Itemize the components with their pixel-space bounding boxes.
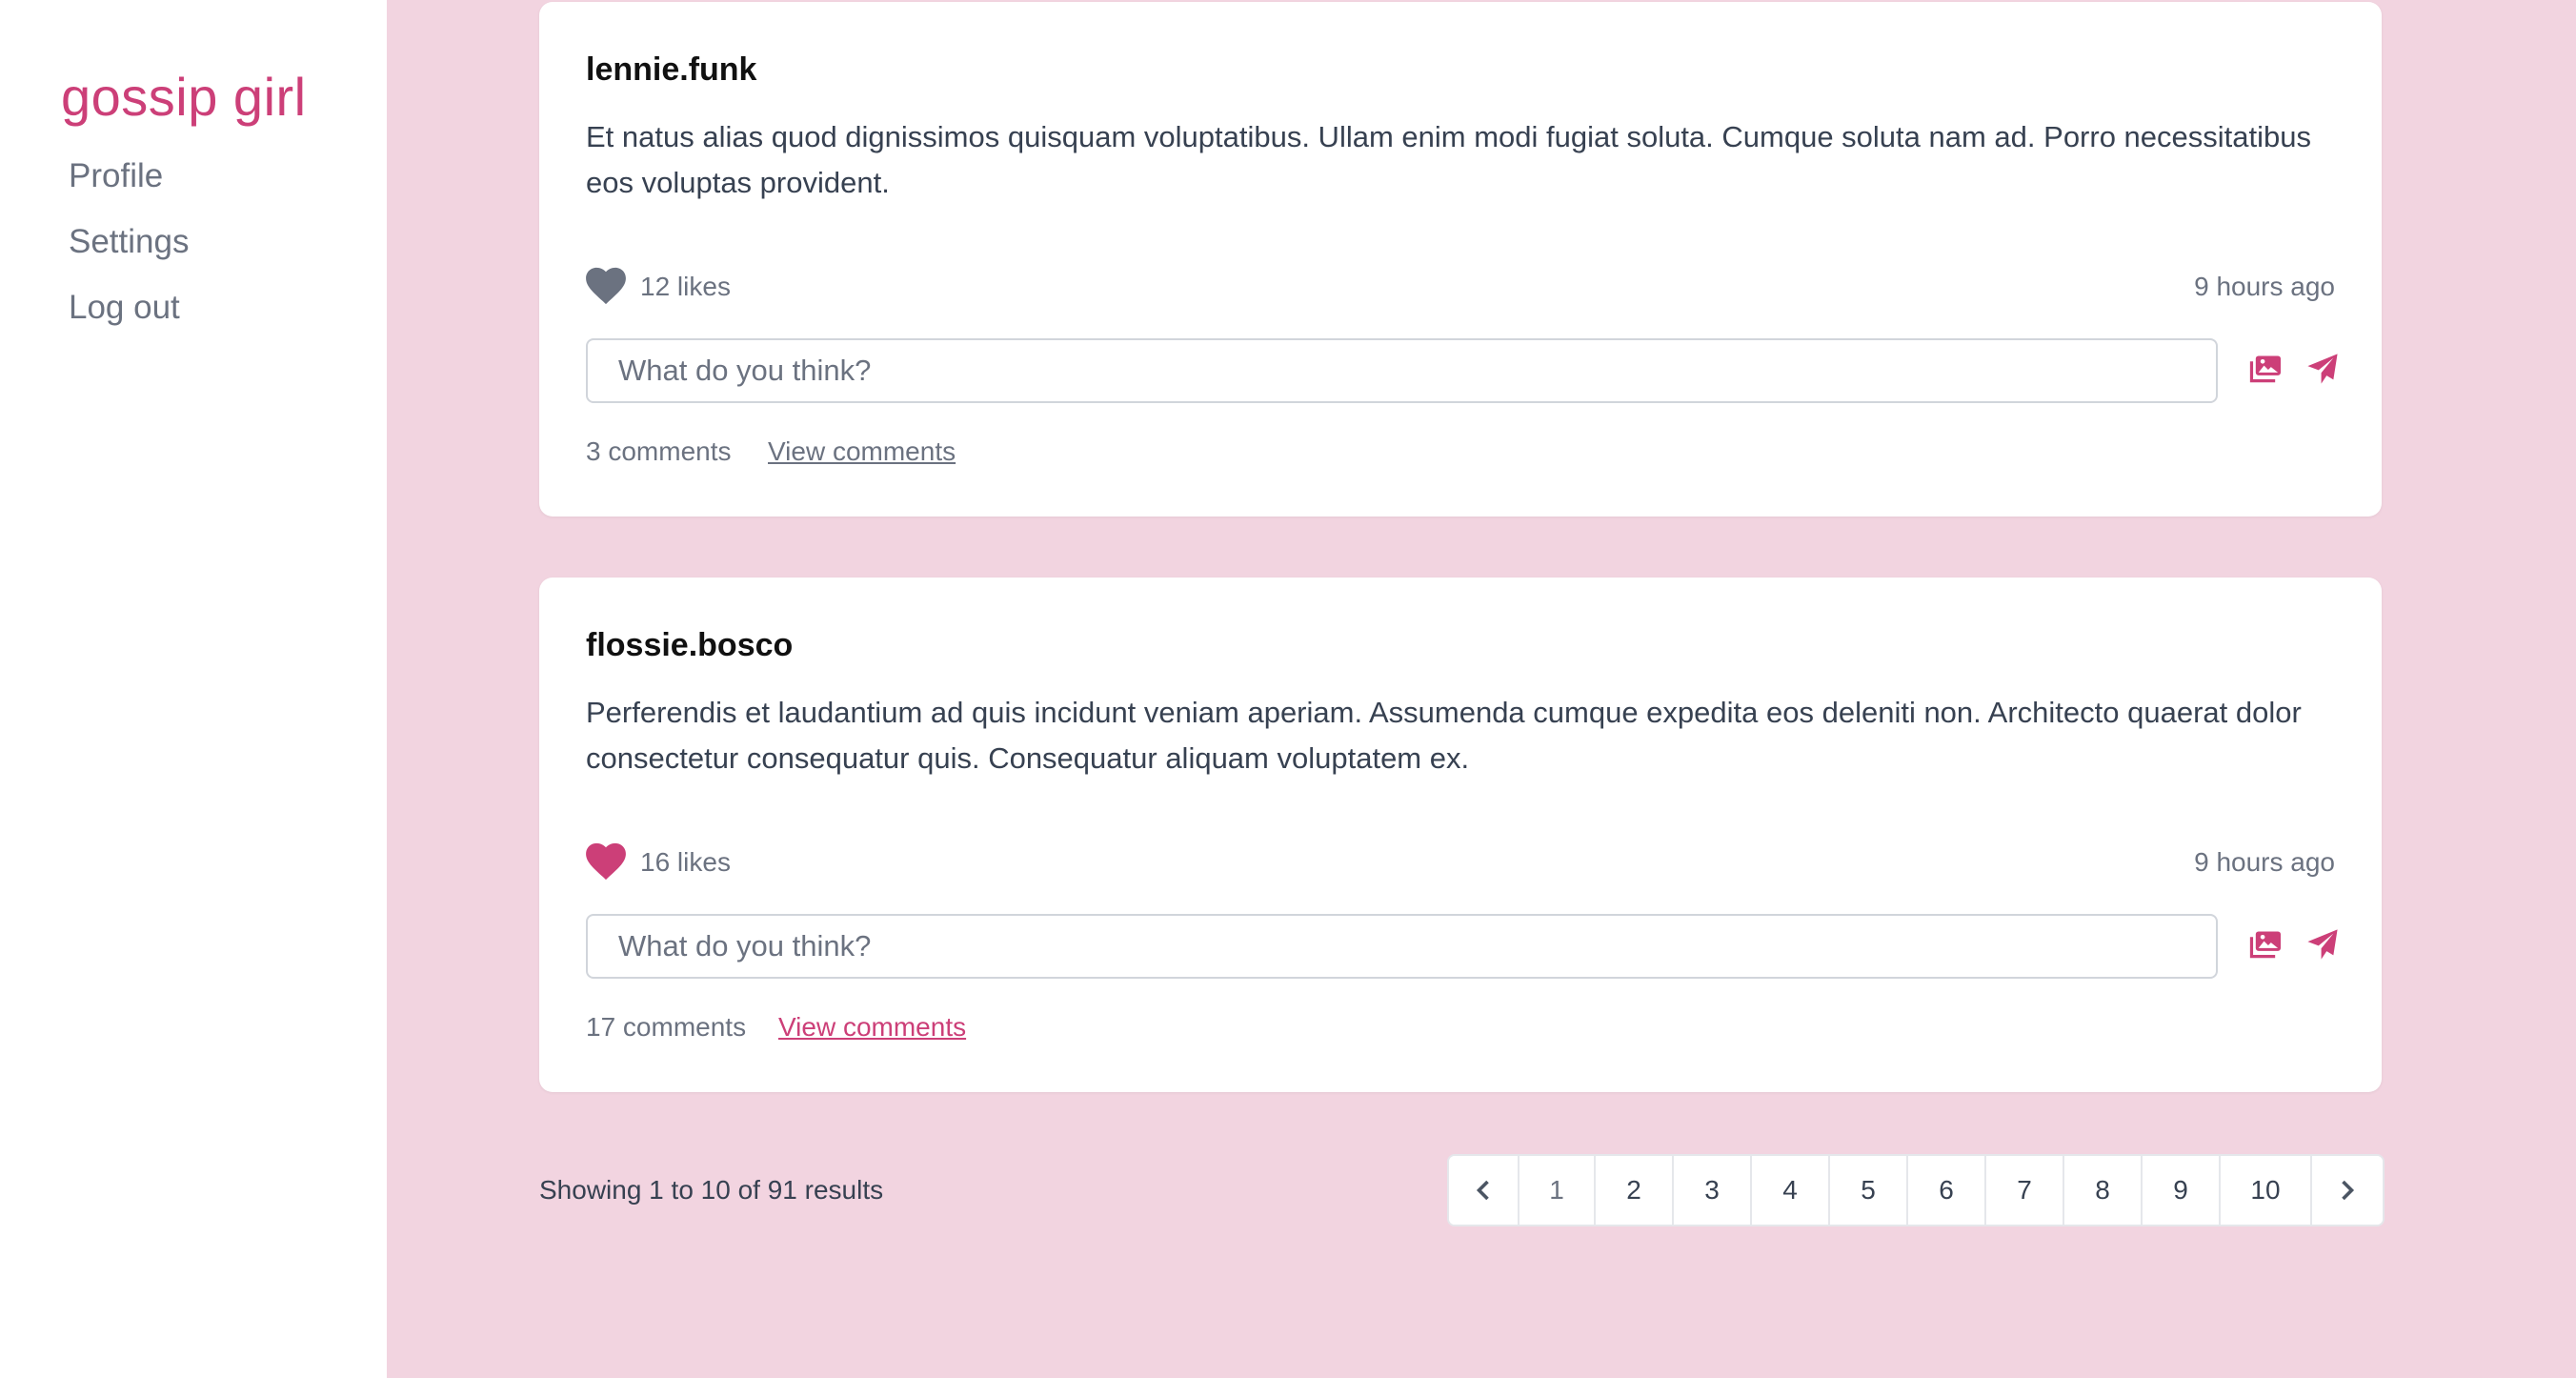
- prev-page-button[interactable]: [1449, 1156, 1519, 1225]
- post-card: flossie.bosco Perferendis et laudantium …: [539, 578, 2382, 1092]
- page-button-5[interactable]: 5: [1830, 1156, 1908, 1225]
- chevron-left-icon: [1476, 1180, 1489, 1201]
- sidebar-item-logout[interactable]: Log out: [61, 274, 387, 340]
- chevron-right-icon: [2342, 1180, 2355, 1201]
- page-button-1[interactable]: 1: [1519, 1156, 1596, 1225]
- post-card: lennie.funk Et natus alias quod dignissi…: [539, 2, 2382, 517]
- page-button-8[interactable]: 8: [2064, 1156, 2143, 1225]
- pagination: 1 2 3 4 5 6 7 8 9 10: [1447, 1154, 2385, 1226]
- sidebar-nav: Profile Settings Log out: [61, 143, 387, 340]
- heart-icon[interactable]: [585, 267, 627, 305]
- sidebar-item-settings[interactable]: Settings: [61, 209, 387, 274]
- sidebar-item-profile[interactable]: Profile: [61, 143, 387, 209]
- view-comments-link[interactable]: View comments: [778, 1012, 966, 1043]
- send-icon[interactable]: [2306, 353, 2339, 385]
- comments-count: 3 comments: [586, 436, 732, 466]
- image-icon[interactable]: [2248, 355, 2283, 385]
- send-icon[interactable]: [2306, 928, 2339, 961]
- page-button-7[interactable]: 7: [1986, 1156, 2064, 1225]
- comments-count: 17 comments: [586, 1012, 747, 1042]
- likes-count: 16 likes: [640, 847, 731, 877]
- post-body: Perferendis et laudantium ad quis incidu…: [586, 696, 2302, 775]
- post-timestamp: 9 hours ago: [2194, 272, 2335, 301]
- post-timestamp: 9 hours ago: [2194, 847, 2335, 877]
- page-button-3[interactable]: 3: [1674, 1156, 1752, 1225]
- post-username[interactable]: lennie.funk: [586, 51, 756, 89]
- page-button-4[interactable]: 4: [1752, 1156, 1830, 1225]
- image-icon[interactable]: [2248, 930, 2283, 961]
- likes-count: 12 likes: [640, 272, 731, 301]
- post-username[interactable]: flossie.bosco: [586, 627, 793, 664]
- sidebar: gossip girl Profile Settings Log out: [0, 0, 387, 1378]
- post-body: Et natus alias quod dignissimos quisquam…: [586, 120, 2312, 199]
- next-page-button[interactable]: [2312, 1156, 2383, 1225]
- comment-input[interactable]: [586, 914, 2218, 979]
- page-button-9[interactable]: 9: [2143, 1156, 2221, 1225]
- app-logo[interactable]: gossip girl: [61, 63, 387, 132]
- heart-icon[interactable]: [585, 842, 627, 881]
- page-button-6[interactable]: 6: [1908, 1156, 1986, 1225]
- page-button-2[interactable]: 2: [1596, 1156, 1674, 1225]
- view-comments-link[interactable]: View comments: [768, 436, 956, 467]
- page-button-10[interactable]: 10: [2221, 1156, 2312, 1225]
- pagination-summary: Showing 1 to 10 of 91 results: [539, 1175, 884, 1205]
- comment-input[interactable]: [586, 338, 2218, 403]
